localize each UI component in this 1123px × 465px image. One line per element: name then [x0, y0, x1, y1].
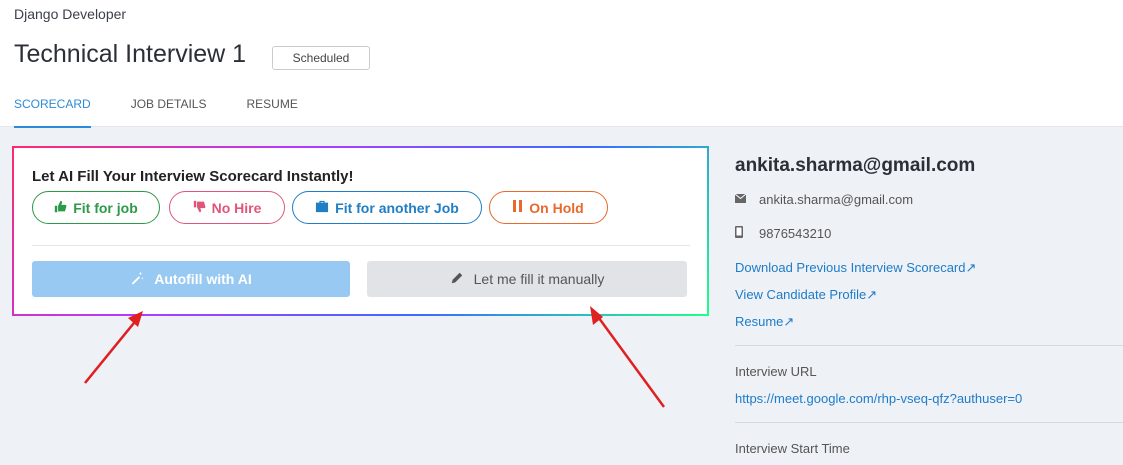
- thumbs-up-icon: [54, 200, 67, 216]
- tab-bar: SCORECARD JOB DETAILS RESUME: [14, 97, 338, 128]
- tab-resume[interactable]: RESUME: [246, 97, 297, 128]
- fit-for-job-button[interactable]: Fit for job: [32, 191, 160, 224]
- resume-link[interactable]: Resume↗: [735, 314, 794, 330]
- download-scorecard-link[interactable]: Download Previous Interview Scorecard↗: [735, 260, 976, 276]
- autofill-label: Autofill with AI: [154, 271, 252, 287]
- email-row: ankita.sharma@gmail.com: [734, 192, 914, 207]
- job-title: Django Developer: [14, 6, 127, 22]
- view-candidate-profile-link[interactable]: View Candidate Profile↗: [735, 287, 877, 303]
- interview-url-label: Interview URL: [735, 364, 817, 379]
- no-hire-button[interactable]: No Hire: [169, 191, 285, 224]
- status-badge: Scheduled: [272, 46, 370, 70]
- fill-manually-button[interactable]: Let me fill it manually: [367, 261, 687, 297]
- fit-for-another-job-label: Fit for another Job: [335, 199, 459, 216]
- interview-url-link[interactable]: https://meet.google.com/rhp-vseq-qfz?aut…: [735, 391, 1022, 406]
- thumbs-down-icon: [193, 200, 206, 216]
- ai-panel-title: Let AI Fill Your Interview Scorecard Ins…: [32, 168, 354, 185]
- fit-for-another-job-button[interactable]: Fit for another Job: [292, 191, 482, 224]
- ai-scorecard-panel: Let AI Fill Your Interview Scorecard Ins…: [12, 146, 709, 316]
- candidate-phone: 9876543210: [759, 226, 832, 241]
- pencil-icon: [450, 271, 464, 288]
- divider: [735, 422, 1123, 423]
- tab-job-details[interactable]: JOB DETAILS: [131, 97, 207, 128]
- divider: [32, 245, 690, 246]
- arrow-right: [590, 306, 666, 408]
- autofill-with-ai-button[interactable]: Autofill with AI: [32, 261, 350, 297]
- magic-wand-icon: [130, 271, 144, 288]
- no-hire-label: No Hire: [211, 199, 262, 216]
- on-hold-button[interactable]: On Hold: [489, 191, 608, 224]
- page-title: Technical Interview 1: [14, 40, 247, 68]
- arrow-left: [84, 311, 143, 384]
- candidate-email-heading: ankita.sharma@gmail.com: [735, 155, 976, 176]
- interview-start-time-label: Interview Start Time: [735, 441, 850, 456]
- phone-icon: [735, 226, 749, 241]
- briefcase-icon: [315, 200, 329, 216]
- on-hold-label: On Hold: [529, 199, 584, 216]
- fit-for-job-label: Fit for job: [73, 199, 138, 216]
- mail-icon: [734, 193, 749, 206]
- phone-row: 9876543210: [735, 226, 831, 241]
- tab-scorecard[interactable]: SCORECARD: [14, 97, 91, 128]
- pause-icon: [513, 200, 523, 215]
- divider: [735, 345, 1123, 346]
- page-header: Django Developer Technical Interview 1 S…: [0, 0, 1123, 128]
- fill-manually-label: Let me fill it manually: [473, 271, 605, 287]
- candidate-email: ankita.sharma@gmail.com: [759, 192, 914, 207]
